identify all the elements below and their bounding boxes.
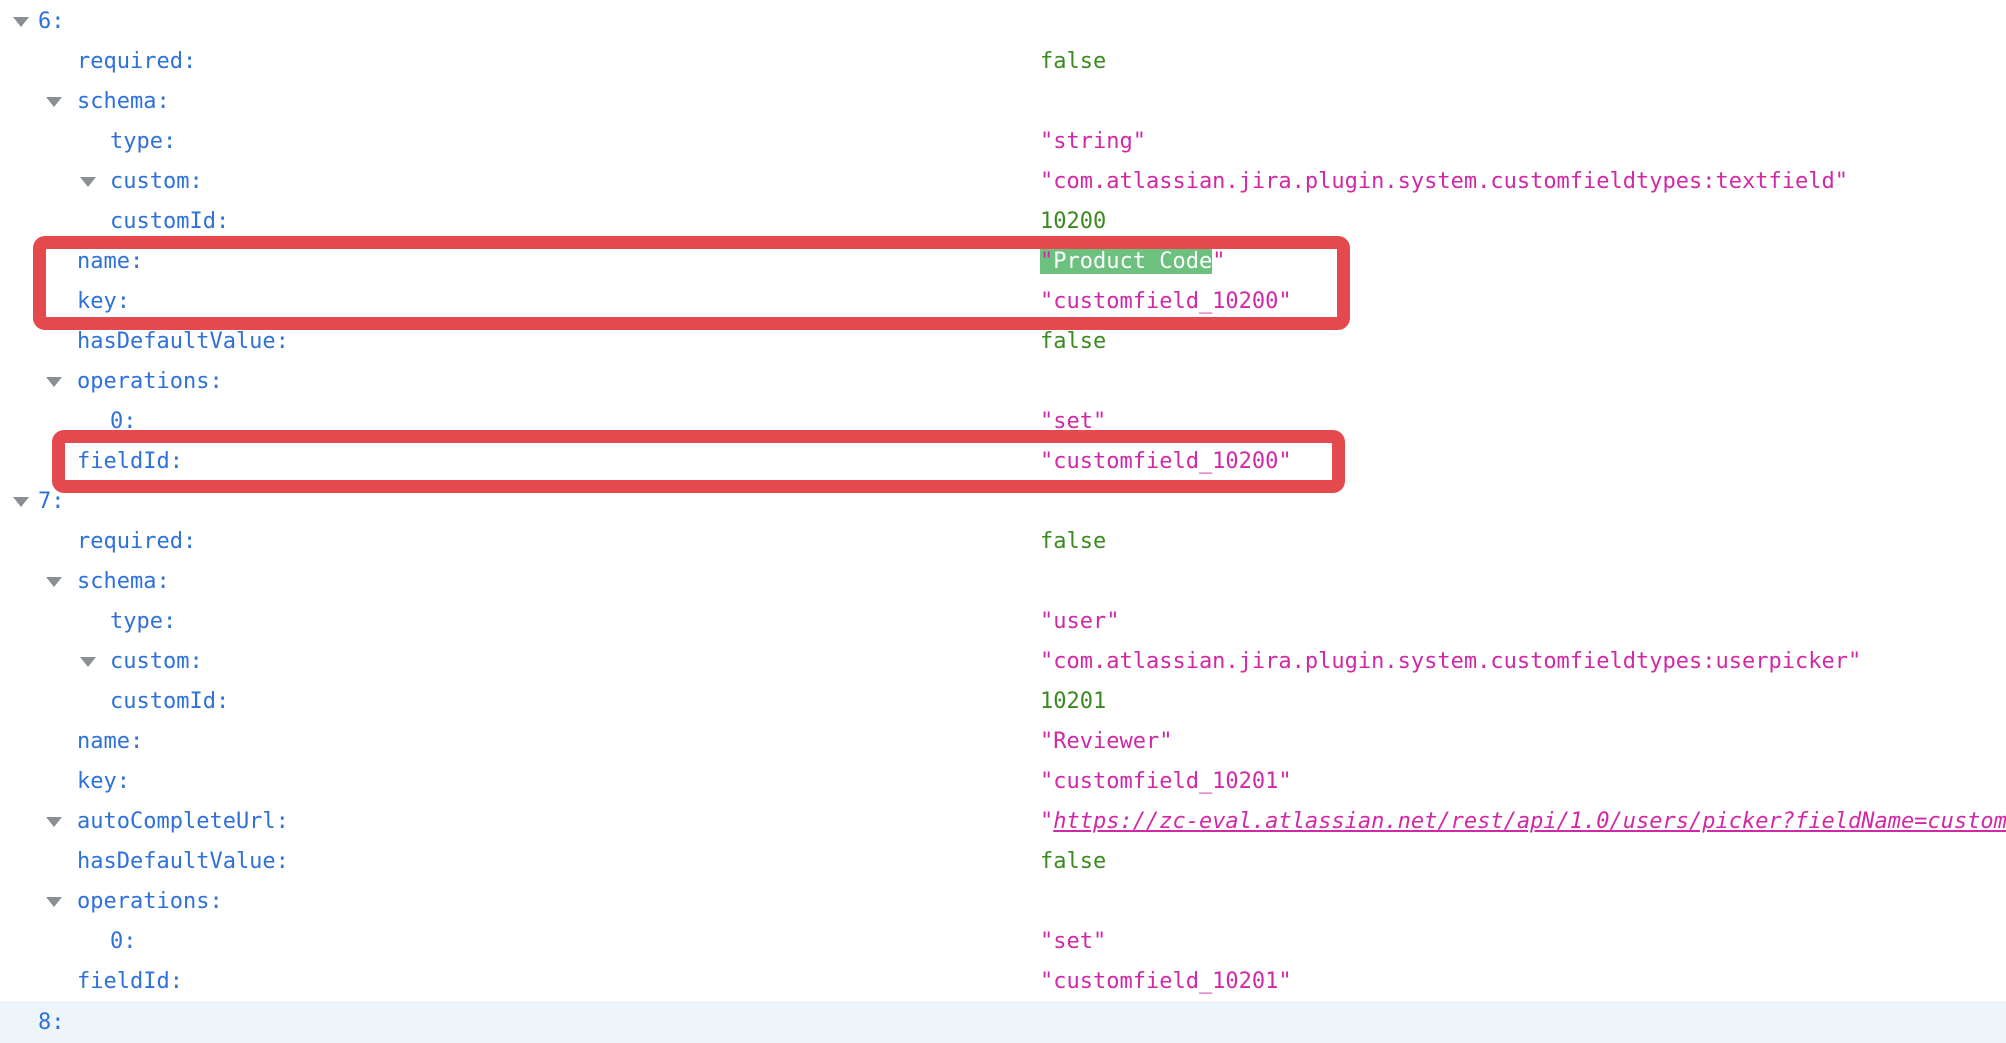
tree-row: key: "customfield_10200" (0, 282, 2006, 322)
json-key: required: (77, 529, 196, 554)
json-key: hasDefaultValue: (77, 329, 289, 354)
json-value: "com.atlassian.jira.plugin.system.custom… (1040, 162, 1848, 202)
json-value: "user" (1040, 602, 1119, 642)
json-value: "set" (1040, 402, 1106, 442)
collapse-arrow-icon[interactable] (13, 497, 29, 507)
json-key: custom: (110, 169, 203, 194)
json-key: autoCompleteUrl: (77, 809, 289, 834)
json-value: false (1040, 842, 1106, 882)
tree-row: fieldId: "customfield_10200" (0, 442, 2006, 482)
json-key: type: (110, 129, 176, 154)
collapse-arrow-icon[interactable] (80, 177, 96, 187)
selected-text-highlight: "Product Code (1040, 249, 1212, 274)
tree-row: custom: "com.atlassian.jira.plugin.system… (0, 162, 2006, 202)
json-key: operations: (77, 369, 223, 394)
json-key: 0: (110, 409, 137, 434)
json-key: 8: (38, 1010, 65, 1035)
tree-row: schema: (0, 82, 2006, 122)
json-key: customId: (110, 209, 229, 234)
tree-row: 0: "set" (0, 922, 2006, 962)
collapse-arrow-icon[interactable] (13, 17, 29, 27)
json-value: 10200 (1040, 202, 1106, 242)
tree-row: type: "user" (0, 602, 2006, 642)
tree-row: name: "Product Code" (0, 242, 2006, 282)
tree-row: operations: (0, 882, 2006, 922)
collapse-arrow-icon[interactable] (46, 817, 62, 827)
json-key: required: (77, 49, 196, 74)
tree-row: 8: (0, 1002, 2006, 1043)
json-value: "Reviewer" (1040, 722, 1172, 762)
tree-row: custom: "com.atlassian.jira.plugin.system… (0, 642, 2006, 682)
tree-row: 6: (0, 2, 2006, 42)
tree-row: 7: (0, 482, 2006, 522)
json-key: operations: (77, 889, 223, 914)
tree-row: customId: 10201 (0, 682, 2006, 722)
json-value: "customfield_10201" (1040, 962, 1292, 1002)
collapse-arrow-icon[interactable] (46, 897, 62, 907)
tree-row: fieldId: "customfield_10201" (0, 962, 2006, 1002)
tree-row: operations: (0, 362, 2006, 402)
json-value: false (1040, 522, 1106, 562)
json-key: name: (77, 729, 143, 754)
json-value: "https://zc-eval.atlassian.net/rest/api/… (1040, 802, 2006, 842)
tree-row: type: "string" (0, 122, 2006, 162)
json-key: hasDefaultValue: (77, 849, 289, 874)
json-value: false (1040, 322, 1106, 362)
json-key: custom: (110, 649, 203, 674)
json-key: 0: (110, 929, 137, 954)
json-value: "customfield_10201" (1040, 762, 1292, 802)
tree-row: 0: "set" (0, 402, 2006, 442)
tree-row: hasDefaultValue: false (0, 322, 2006, 362)
json-key: key: (77, 289, 130, 314)
collapse-arrow-icon[interactable] (46, 577, 62, 587)
json-value: "customfield_10200" (1040, 442, 1292, 482)
tree-row: customId: 10200 (0, 202, 2006, 242)
tree-row: required: false (0, 42, 2006, 82)
json-key: 7: (38, 489, 65, 514)
autocomplete-url-link[interactable]: https://zc-eval.atlassian.net/rest/api/1… (1053, 809, 2006, 834)
collapse-arrow-icon[interactable] (80, 657, 96, 667)
tree-row: autoCompleteUrl: "https://zc-eval.atlassi… (0, 802, 2006, 842)
json-value: "string" (1040, 122, 1146, 162)
tree-row: name: "Reviewer" (0, 722, 2006, 762)
json-key: type: (110, 609, 176, 634)
json-key: fieldId: (77, 969, 183, 994)
collapse-arrow-icon[interactable] (46, 97, 62, 107)
json-value: false (1040, 42, 1106, 82)
tree-row: key: "customfield_10201" (0, 762, 2006, 802)
json-value: "set" (1040, 922, 1106, 962)
json-key: schema: (77, 89, 170, 114)
collapse-arrow-icon[interactable] (46, 377, 62, 387)
json-value: "com.atlassian.jira.plugin.system.custom… (1040, 642, 1861, 682)
tree-row: hasDefaultValue: false (0, 842, 2006, 882)
tree-row: required: false (0, 522, 2006, 562)
tree-row: schema: (0, 562, 2006, 602)
json-key: key: (77, 769, 130, 794)
json-tree: 6:required:falseschema:type:"string"cust… (0, 2, 2006, 1043)
json-value: "customfield_10200" (1040, 282, 1292, 322)
json-key: 6: (38, 9, 65, 34)
json-key: schema: (77, 569, 170, 594)
json-key: fieldId: (77, 449, 183, 474)
json-value: "Product Code" (1040, 242, 1225, 282)
json-value: 10201 (1040, 682, 1106, 722)
json-key: customId: (110, 689, 229, 714)
json-key: name: (77, 249, 143, 274)
